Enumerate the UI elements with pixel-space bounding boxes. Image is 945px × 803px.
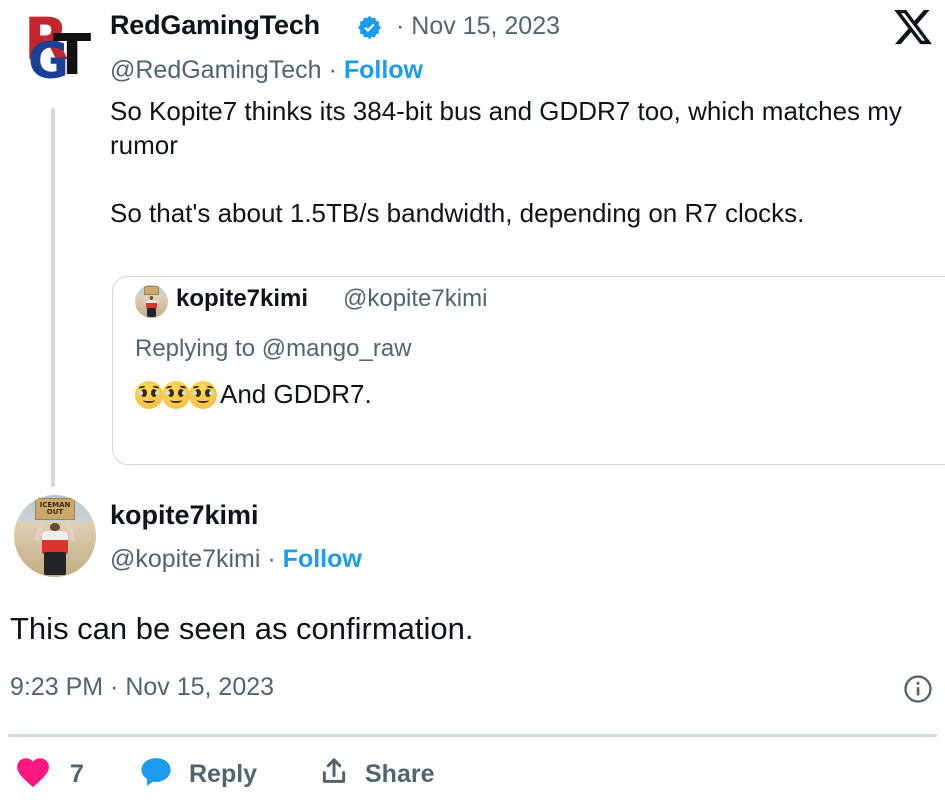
avatar-protest-sign: ICEMAN OUT (35, 498, 75, 520)
tweet-timestamp: 9:23 PM · Nov 15, 2023 (10, 673, 275, 701)
quoted-author-name: kopite7kimi (176, 285, 309, 312)
thread-connector-line (51, 108, 55, 487)
kopite-avatar-image-large: ICEMAN OUT (14, 495, 96, 577)
avatar-redgamingtech[interactable]: R G T (8, 2, 96, 90)
tweet-handle-redgamingtech[interactable]: @RedGamingTech (110, 56, 322, 84)
date-separator: · (396, 12, 405, 40)
rgt-logo-letter-t: T (53, 23, 92, 88)
comment-bubble-icon[interactable] (137, 753, 175, 796)
kopite-avatar-image (135, 285, 168, 318)
avatar-sign-line-2: OUT (46, 508, 64, 517)
handle-separator: · (328, 56, 337, 84)
follow-button-primary[interactable]: Follow (344, 56, 423, 84)
handle-separator: · (267, 545, 276, 573)
quoted-tweet-text-row: And GDDR7. (135, 379, 372, 410)
avatar-head (50, 522, 60, 532)
x-logo-icon[interactable] (892, 6, 934, 48)
tweet-handle-row-reply: @kopite7kimi · Follow (110, 545, 362, 574)
verified-badge-icon (356, 14, 383, 41)
follow-button-reply[interactable]: Follow (283, 545, 362, 573)
reply-button[interactable]: Reply (137, 752, 257, 796)
face-holding-back-tears-icon-2 (162, 380, 190, 409)
reply-label: Reply (189, 759, 258, 788)
avatar-legs (147, 308, 156, 318)
quoted-author-handle: @kopite7kimi (343, 285, 488, 312)
heart-icon[interactable] (14, 753, 52, 796)
avatar-kopite7kimi-small (135, 285, 168, 318)
date-text: Nov 15, 2023 (411, 12, 560, 40)
tweet-body-reply: This can be seen as confirmation. (10, 611, 474, 646)
share-upload-icon[interactable] (317, 755, 351, 794)
face-holding-back-tears-icon-1 (135, 380, 163, 409)
quoted-replying-to: Replying to @mango_raw (135, 335, 412, 363)
share-label: Share (365, 759, 435, 788)
face-holding-back-tears-icon-3 (189, 380, 217, 409)
avatar-torso-white (41, 531, 69, 541)
tweet-actions-bar: 7 Reply Share (0, 752, 945, 802)
rgt-logo-icon: R G T (8, 2, 96, 90)
tweet-handle-row-primary: @RedGamingTech · Follow (110, 56, 423, 85)
tweet-author-name-redgamingtech[interactable]: RedGamingTech (110, 10, 320, 41)
like-count: 7 (70, 759, 84, 788)
quoted-tweet-text: And GDDR7. (220, 379, 372, 409)
actions-divider (8, 734, 937, 737)
share-button[interactable]: Share (317, 752, 434, 796)
replying-to-handle: @mango_raw (261, 335, 412, 362)
tweet-date-primary: · Nov 15, 2023 (396, 12, 560, 41)
tweet-body-primary: So Kopite7 thinks its 384-bit bus and GD… (110, 96, 902, 228)
avatar-kopite7kimi[interactable]: ICEMAN OUT (14, 495, 96, 577)
avatar-torso-white (146, 299, 157, 304)
tweet-handle-kopite7kimi[interactable]: @kopite7kimi (110, 545, 260, 573)
info-circle-icon[interactable] (903, 674, 933, 704)
tweet-author-name-kopite7kimi[interactable]: kopite7kimi (110, 500, 259, 531)
replying-to-label: Replying to (135, 335, 256, 362)
quoted-tweet-card[interactable]: kopite7kimi @kopite7kimi Replying to @ma… (112, 276, 945, 465)
tweet-embed-container: R G T RedGamingTech · Nov 15, 2023 @RedG… (0, 0, 945, 803)
like-button[interactable]: 7 (14, 752, 84, 796)
avatar-legs (44, 552, 66, 576)
avatar-protest-sign (143, 286, 160, 295)
